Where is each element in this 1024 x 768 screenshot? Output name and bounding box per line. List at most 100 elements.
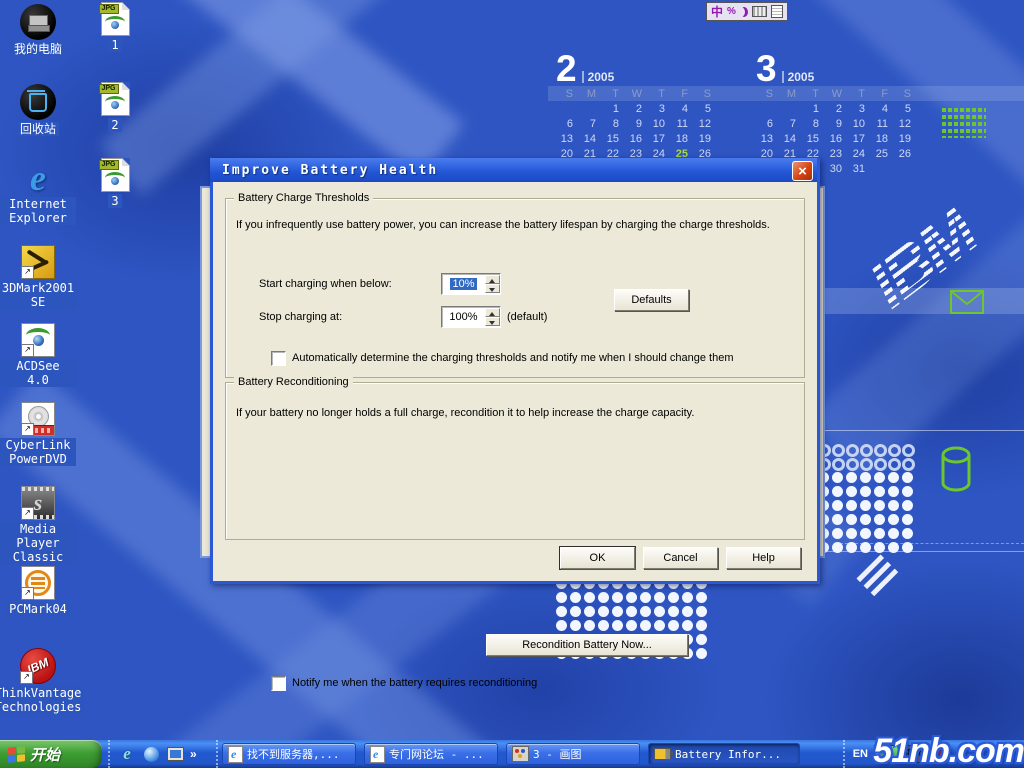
thinkvantage-icon: IBM↗	[20, 648, 56, 684]
decor-dot	[556, 606, 567, 617]
decor-dot	[654, 620, 665, 631]
calendar-day: 18	[871, 133, 894, 148]
quick-launch-globe-icon[interactable]	[142, 745, 160, 763]
ibm-logo-text: IBM	[854, 194, 989, 322]
group-description: If you infrequently use battery power, y…	[236, 219, 796, 231]
ime-notepad-icon[interactable]	[771, 5, 783, 18]
decor-dot	[696, 634, 707, 645]
decor-dot	[598, 606, 609, 617]
ime-fullwidth-icon[interactable]: %	[727, 6, 736, 17]
show-desktop-icon[interactable]	[166, 745, 184, 763]
calendar-month-header: 2 2005	[556, 50, 721, 86]
close-icon[interactable]	[792, 161, 813, 181]
taskbar-task-server-not-found[interactable]: 找不到服务器,...	[222, 743, 356, 765]
calendar-day: 12	[694, 118, 717, 133]
icon-label: ACDSee 4.0	[0, 359, 76, 387]
calendar-day: 19	[694, 133, 717, 148]
shortcut-arrow-icon: ↗	[21, 507, 34, 520]
calendar-day: 4	[671, 103, 694, 118]
defaults-button[interactable]: Defaults	[614, 289, 689, 311]
calendar-day	[579, 103, 602, 118]
stop-threshold-value[interactable]: 100%	[442, 311, 485, 323]
decor-dot	[626, 620, 637, 631]
decor-dot	[584, 620, 595, 631]
decor-dot	[832, 542, 843, 553]
help-button[interactable]: Help	[726, 547, 801, 569]
icon-label: ThinkVantage Technologies	[0, 686, 84, 714]
decor-dot	[874, 500, 885, 511]
taskbar-task-paint[interactable]: 3 - 画图	[506, 743, 640, 765]
default-note: (default)	[507, 311, 547, 323]
decor-dot	[860, 528, 871, 539]
desktop-icon-pcmark04[interactable]: ↗ PCMark04	[0, 566, 76, 616]
auto-determine-checkbox-label[interactable]: Automatically determine the charging thr…	[292, 352, 733, 364]
calendar-day: 1	[602, 103, 625, 118]
icon-label: 1	[108, 38, 121, 52]
notify-reconditioning-checkbox-label[interactable]: Notify me when the battery requires reco…	[292, 677, 537, 689]
icon-label: Internet Explorer	[0, 197, 76, 225]
taskbar: 开始 » 找不到服务器,... 专门网论坛 - ... 3 - 画图 Batte…	[0, 740, 1024, 768]
decor-dot	[696, 620, 707, 631]
recondition-battery-button[interactable]: Recondition Battery Now...	[486, 634, 688, 656]
spin-up-icon[interactable]	[485, 308, 500, 317]
taskbar-task-battery-information[interactable]: Battery Infor...	[648, 743, 800, 765]
decor-dot	[846, 542, 857, 553]
ok-button[interactable]: OK	[560, 547, 635, 569]
decor-dot	[902, 500, 913, 511]
decor-dot	[846, 500, 857, 511]
auto-determine-checkbox[interactable]	[271, 351, 286, 366]
overflow-chevron-icon[interactable]: »	[190, 747, 197, 761]
calendar-weekday: W	[825, 88, 848, 103]
calendar-weekday: S	[556, 88, 579, 103]
calendar-day: 11	[671, 118, 694, 133]
internet-explorer-icon	[21, 161, 55, 195]
desktop-icon-media-player-classic[interactable]: ↗ Media Player Classic	[0, 486, 76, 564]
calendar-day: 15	[802, 133, 825, 148]
decor-dot	[888, 458, 901, 471]
spin-up-icon[interactable]	[485, 275, 500, 284]
decor-dot	[640, 620, 651, 631]
cancel-button[interactable]: Cancel	[643, 547, 718, 569]
stop-threshold-spinner[interactable]: 100%	[441, 306, 501, 328]
spin-down-icon[interactable]	[485, 317, 500, 326]
desktop-icon-acdsee[interactable]: ↗ ACDSee 4.0	[0, 323, 76, 387]
desktop-icon-internet-explorer[interactable]: Internet Explorer	[0, 161, 76, 225]
ime-language-bar[interactable]: 中 %	[706, 2, 788, 21]
decor-dot	[696, 606, 707, 617]
desktop-icon-3dmark2001[interactable]: ↗ 3DMark2001 SE	[0, 245, 76, 309]
desktop-icon-thinkvantage[interactable]: IBM↗ ThinkVantage Technologies	[0, 648, 76, 714]
desktop-icon-jpg-3[interactable]: JPG 3	[85, 158, 145, 208]
desktop-icon-my-computer[interactable]: 我的电脑	[0, 4, 76, 56]
language-indicator[interactable]: EN	[853, 748, 868, 760]
dialog-titlebar[interactable]: Improve Battery Health	[210, 158, 817, 182]
start-threshold-value[interactable]: 10%	[450, 278, 476, 290]
calendar-month-number: 3	[756, 52, 777, 86]
quick-launch-ie-icon[interactable]	[118, 745, 136, 763]
desktop-icon-jpg-1[interactable]: JPG 1	[85, 2, 145, 52]
task-label: 专门网论坛 - ...	[389, 746, 484, 762]
desktop-icon-powerdvd[interactable]: ↗ CyberLink PowerDVD	[0, 402, 76, 466]
dialog-title: Improve Battery Health	[222, 163, 438, 178]
ime-keyboard-icon[interactable]	[752, 6, 767, 17]
acdsee-icon: ↗	[21, 323, 55, 357]
decor-dot	[874, 542, 885, 553]
start-threshold-spinner[interactable]: 10%	[441, 273, 501, 295]
decor-dot	[846, 472, 857, 483]
decor-dot	[832, 472, 843, 483]
calendar-weekday: F	[671, 88, 694, 103]
desktop-icon-jpg-2[interactable]: JPG 2	[85, 82, 145, 132]
ime-punctuation-icon[interactable]	[740, 7, 748, 17]
decor-dot	[832, 500, 843, 511]
recycle-bin-icon	[20, 84, 56, 120]
spin-down-icon[interactable]	[485, 284, 500, 293]
notify-reconditioning-checkbox[interactable]	[271, 676, 286, 691]
jpg-badge: JPG	[99, 84, 119, 94]
calendar-day: 18	[671, 133, 694, 148]
start-button[interactable]: 开始	[0, 740, 102, 768]
desktop-icon-recycle-bin[interactable]: 回收站	[0, 84, 76, 136]
icon-label: 3	[108, 194, 121, 208]
calendar-day: 17	[848, 133, 871, 148]
ime-chinese-mode-icon[interactable]: 中	[711, 6, 723, 18]
taskbar-task-forum[interactable]: 专门网论坛 - ...	[364, 743, 498, 765]
ring-dot-decor	[818, 444, 916, 472]
